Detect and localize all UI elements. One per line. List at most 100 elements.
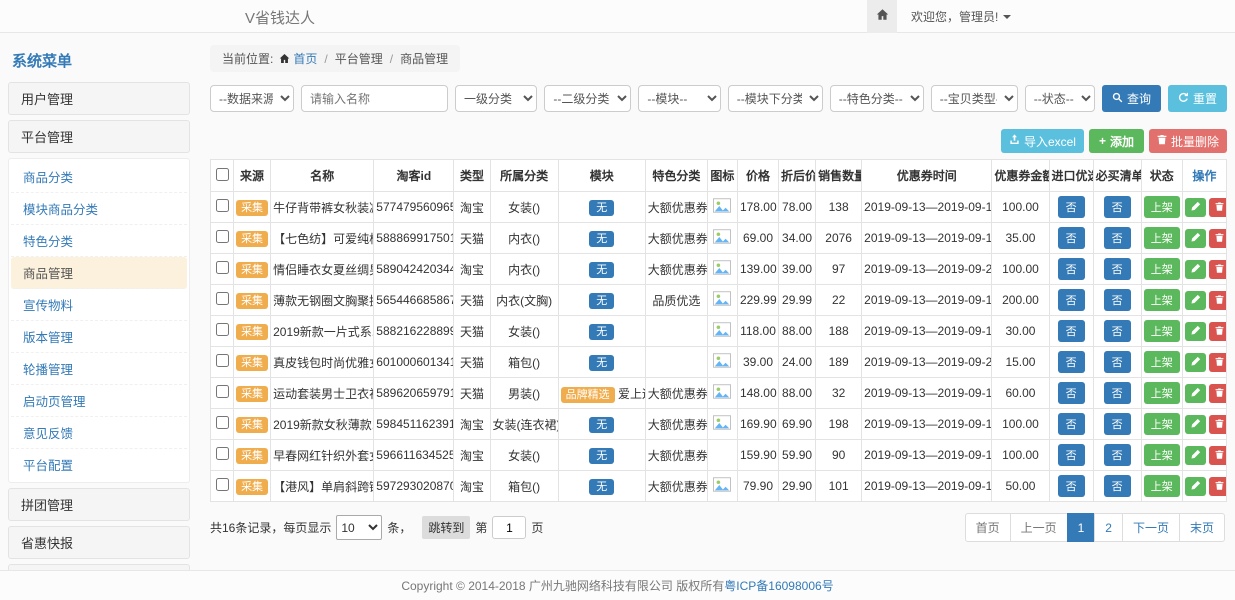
must-buy-toggle[interactable]: 否 xyxy=(1104,196,1131,218)
sidebar-item-启动页管理[interactable]: 启动页管理 xyxy=(11,385,187,417)
sidebar-item-商品管理[interactable]: 商品管理 xyxy=(11,257,187,289)
page-button-1[interactable]: 1 xyxy=(1067,513,1096,542)
sidebar-item-商品分类[interactable]: 商品分类 xyxy=(11,161,187,193)
import-excel-button[interactable]: 导入excel xyxy=(1001,129,1084,153)
delete-button[interactable] xyxy=(1209,260,1227,279)
data-source-select[interactable]: --数据来源-- xyxy=(210,85,294,112)
sidebar-item-平台配置[interactable]: 平台配置 xyxy=(11,449,187,480)
status-toggle[interactable]: 上架 xyxy=(1144,382,1180,404)
sidebar-item-版本管理[interactable]: 版本管理 xyxy=(11,321,187,353)
delete-button[interactable] xyxy=(1209,446,1227,465)
must-buy-toggle[interactable]: 否 xyxy=(1104,382,1131,404)
status-toggle[interactable]: 上架 xyxy=(1144,258,1180,280)
item-type-select[interactable]: --宝贝类型-- xyxy=(931,85,1018,112)
delete-button[interactable] xyxy=(1209,384,1227,403)
import-select-toggle[interactable]: 否 xyxy=(1058,382,1085,404)
import-select-toggle[interactable]: 否 xyxy=(1058,196,1085,218)
edit-button[interactable] xyxy=(1185,415,1206,434)
page-button-下一页[interactable]: 下一页 xyxy=(1122,513,1180,542)
import-select-toggle[interactable]: 否 xyxy=(1058,258,1085,280)
icp-link[interactable]: 粤ICP备16098006号 xyxy=(724,577,833,594)
row-checkbox[interactable] xyxy=(216,385,229,398)
sidebar-group-省惠快报[interactable]: 省惠快报 xyxy=(8,526,190,559)
module-badge[interactable]: 无 xyxy=(589,448,614,464)
import-select-toggle[interactable]: 否 xyxy=(1058,444,1085,466)
row-checkbox[interactable] xyxy=(216,292,229,305)
status-toggle[interactable]: 上架 xyxy=(1144,227,1180,249)
row-checkbox[interactable] xyxy=(216,478,229,491)
select-all-checkbox[interactable] xyxy=(216,168,229,181)
status-toggle[interactable]: 上架 xyxy=(1144,413,1180,435)
edit-button[interactable] xyxy=(1185,477,1206,496)
page-size-select[interactable]: 10 xyxy=(336,515,382,540)
status-select[interactable]: --状态-- xyxy=(1025,85,1095,112)
must-buy-toggle[interactable]: 否 xyxy=(1104,289,1131,311)
add-button[interactable]: + 添加 xyxy=(1089,129,1144,153)
page-button-首页[interactable]: 首页 xyxy=(965,513,1011,542)
import-select-toggle[interactable]: 否 xyxy=(1058,413,1085,435)
module-badge[interactable]: 无 xyxy=(589,355,614,371)
batch-delete-button[interactable]: 批量删除 xyxy=(1149,129,1227,153)
delete-button[interactable] xyxy=(1209,322,1227,341)
row-checkbox[interactable] xyxy=(216,447,229,460)
row-checkbox[interactable] xyxy=(216,323,229,336)
status-toggle[interactable]: 上架 xyxy=(1144,320,1180,342)
sidebar-item-宣传物料[interactable]: 宣传物料 xyxy=(11,289,187,321)
must-buy-toggle[interactable]: 否 xyxy=(1104,413,1131,435)
module-badge[interactable]: 无 xyxy=(589,231,614,247)
status-toggle[interactable]: 上架 xyxy=(1144,351,1180,373)
page-number-input[interactable] xyxy=(492,516,526,539)
module-badge[interactable]: 无 xyxy=(589,262,614,278)
module-badge[interactable]: 无 xyxy=(589,200,614,216)
category-level1-select[interactable]: 一级分类 xyxy=(455,85,537,112)
row-checkbox[interactable] xyxy=(216,199,229,212)
jump-button[interactable]: 跳转到 xyxy=(422,516,470,539)
edit-button[interactable] xyxy=(1185,322,1206,341)
page-button-2[interactable]: 2 xyxy=(1094,513,1123,542)
module-badge[interactable]: 品牌精选 xyxy=(561,387,615,403)
reset-button[interactable]: 重置 xyxy=(1168,85,1227,112)
delete-button[interactable] xyxy=(1209,353,1227,372)
delete-button[interactable] xyxy=(1209,229,1227,248)
page-button-末页[interactable]: 末页 xyxy=(1179,513,1225,542)
row-checkbox[interactable] xyxy=(216,230,229,243)
must-buy-toggle[interactable]: 否 xyxy=(1104,320,1131,342)
must-buy-toggle[interactable]: 否 xyxy=(1104,475,1131,497)
status-toggle[interactable]: 上架 xyxy=(1144,289,1180,311)
must-buy-toggle[interactable]: 否 xyxy=(1104,258,1131,280)
sidebar-item-特色分类[interactable]: 特色分类 xyxy=(11,225,187,257)
module-badge[interactable]: 无 xyxy=(589,293,614,309)
edit-button[interactable] xyxy=(1185,384,1206,403)
module-select[interactable]: --模块-- xyxy=(638,85,720,112)
delete-button[interactable] xyxy=(1209,477,1227,496)
category-level2-select[interactable]: --二级分类-- xyxy=(544,85,631,112)
delete-button[interactable] xyxy=(1209,198,1227,217)
row-checkbox[interactable] xyxy=(216,416,229,429)
status-toggle[interactable]: 上架 xyxy=(1144,475,1180,497)
status-toggle[interactable]: 上架 xyxy=(1144,196,1180,218)
edit-button[interactable] xyxy=(1185,198,1206,217)
edit-button[interactable] xyxy=(1185,291,1206,310)
feature-select[interactable]: --特色分类-- xyxy=(830,85,924,112)
sidebar-item-模块商品分类[interactable]: 模块商品分类 xyxy=(11,193,187,225)
sidebar-group-用户管理[interactable]: 用户管理 xyxy=(8,82,190,115)
import-select-toggle[interactable]: 否 xyxy=(1058,351,1085,373)
import-select-toggle[interactable]: 否 xyxy=(1058,475,1085,497)
import-select-toggle[interactable]: 否 xyxy=(1058,289,1085,311)
home-button[interactable] xyxy=(867,0,897,33)
name-input[interactable] xyxy=(301,85,448,112)
edit-button[interactable] xyxy=(1185,260,1206,279)
import-select-toggle[interactable]: 否 xyxy=(1058,320,1085,342)
module-badge[interactable]: 无 xyxy=(589,479,614,495)
sidebar-item-意见反馈[interactable]: 意见反馈 xyxy=(11,417,187,449)
must-buy-toggle[interactable]: 否 xyxy=(1104,444,1131,466)
row-checkbox[interactable] xyxy=(216,261,229,274)
edit-button[interactable] xyxy=(1185,446,1206,465)
edit-button[interactable] xyxy=(1185,353,1206,372)
sidebar-item-轮播管理[interactable]: 轮播管理 xyxy=(11,353,187,385)
module-badge[interactable]: 无 xyxy=(589,417,614,433)
import-select-toggle[interactable]: 否 xyxy=(1058,227,1085,249)
page-button-上一页[interactable]: 上一页 xyxy=(1010,513,1068,542)
user-menu[interactable]: 欢迎您，管理员! xyxy=(911,8,1011,25)
status-toggle[interactable]: 上架 xyxy=(1144,444,1180,466)
